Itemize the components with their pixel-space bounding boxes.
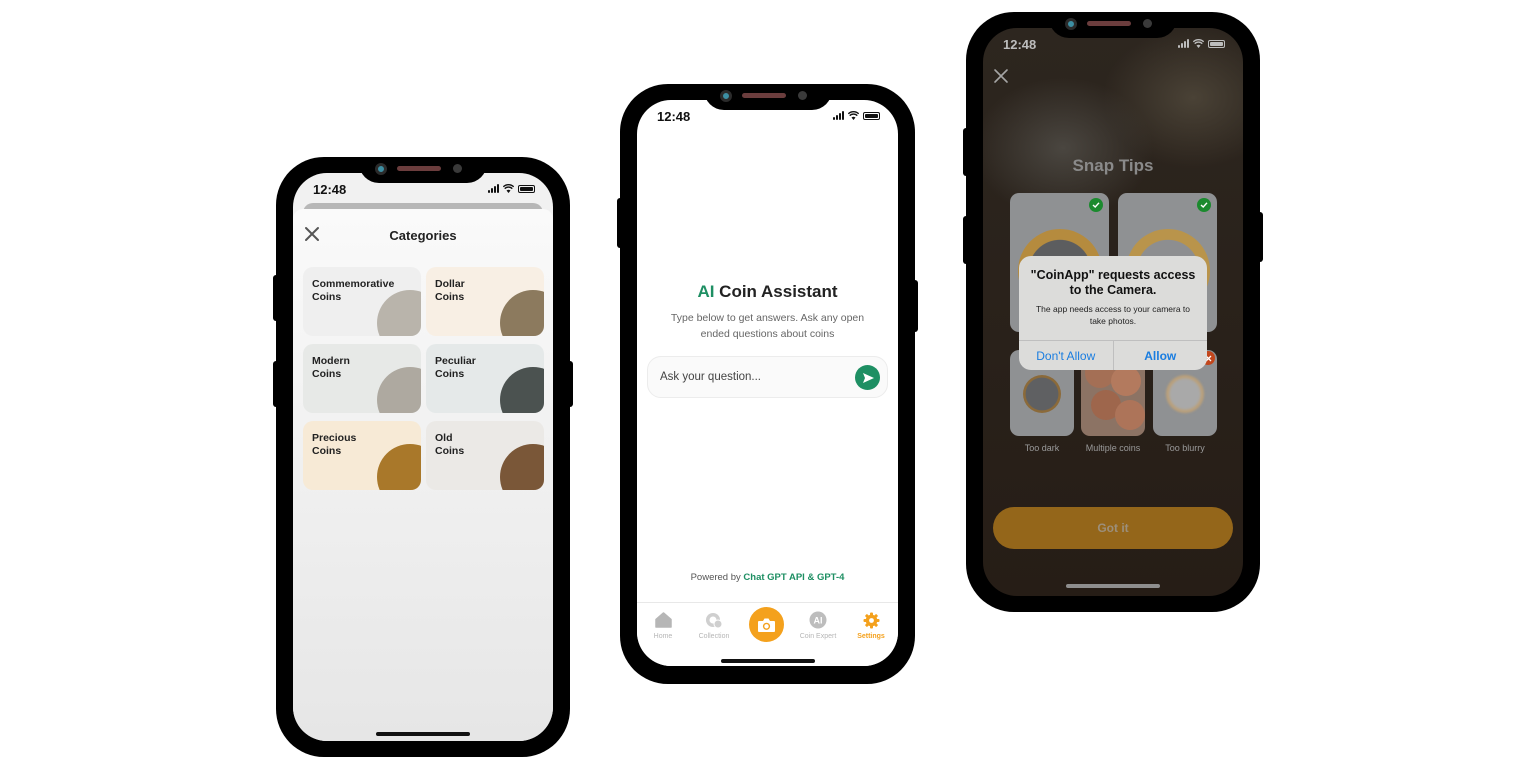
- status-time: 12:48: [313, 182, 347, 197]
- tab-label: Home: [653, 633, 673, 640]
- home-indicator: [1066, 584, 1160, 588]
- category-grid: Commemorative Coins Dollar Coins Modern Co…: [303, 267, 545, 490]
- coin-image: [500, 367, 544, 413]
- battery-icon: [863, 112, 880, 120]
- category-card[interactable]: Peculiar Coins: [426, 344, 544, 413]
- home-indicator: [720, 659, 815, 663]
- tab-bar: Home Collection AI Coin Expert Settings: [637, 602, 898, 666]
- coin-image: [377, 367, 421, 413]
- home-icon: [654, 612, 672, 628]
- tip-label: Multiple coins: [1085, 443, 1141, 453]
- phone-ai-assistant: 12:48 AI Coin Assistant Type below to ge…: [617, 84, 918, 684]
- assistant-title: AI Coin Assistant: [637, 282, 898, 302]
- category-label: Commemorative Coins: [312, 278, 395, 303]
- tab-label: Coin Expert: [799, 633, 837, 640]
- question-input[interactable]: [660, 357, 850, 397]
- camera-icon: [758, 618, 775, 632]
- signal-icon: [1178, 39, 1189, 48]
- allow-button[interactable]: Allow: [1112, 341, 1208, 370]
- category-label: Old Coins: [435, 432, 465, 457]
- alert-message: The app needs access to your camera to t…: [1035, 304, 1191, 326]
- coin-image: [1115, 400, 1145, 430]
- phone-volume-up-button: [617, 198, 623, 248]
- screen: 12:48 AI Coin Assistant Type below to ge…: [637, 100, 898, 666]
- coin-image: [1023, 375, 1061, 413]
- question-box: [647, 356, 888, 398]
- close-icon[interactable]: [993, 68, 1009, 84]
- category-card[interactable]: Modern Coins: [303, 344, 421, 413]
- battery-icon: [518, 185, 535, 193]
- coin-image: [1166, 375, 1204, 413]
- got-it-button[interactable]: Got it: [993, 507, 1233, 549]
- signal-icon: [488, 184, 499, 193]
- coin-image: [500, 290, 544, 336]
- page-title: Snap Tips: [1072, 156, 1154, 175]
- assistant-title-accent: AI: [697, 282, 715, 301]
- status-time: 12:48: [657, 109, 691, 124]
- category-card[interactable]: Old Coins: [426, 421, 544, 490]
- phone-snap-tips: 12:48 Snap Tips Too dark Multiple coins …: [963, 12, 1263, 612]
- page-title: Categories: [389, 228, 457, 243]
- phone-power-button: [912, 280, 918, 332]
- tab-camera[interactable]: [749, 607, 784, 642]
- categories-sheet: Categories Commemorative Coins Dollar Coi…: [293, 209, 553, 741]
- phone-power-button: [567, 361, 573, 407]
- powered-prefix: Powered by: [690, 572, 744, 583]
- status-time: 12:48: [1003, 37, 1037, 52]
- collection-icon: [706, 612, 723, 628]
- alert-title: "CoinApp" requests access to the Camera.: [1030, 268, 1196, 297]
- category-card[interactable]: Dollar Coins: [426, 267, 544, 336]
- category-label: Peculiar Coins: [435, 355, 476, 380]
- tab-settings[interactable]: Settings: [845, 611, 897, 640]
- category-card[interactable]: Commemorative Coins: [303, 267, 421, 336]
- assistant-title-text: Coin Assistant: [714, 282, 838, 301]
- svg-text:AI: AI: [814, 616, 823, 626]
- coin-image: [1111, 366, 1141, 396]
- phone-volume-up-button: [273, 275, 279, 321]
- phone-categories: 12:48 Categories Commemorative Coins Doll…: [273, 157, 573, 757]
- showcase-stage: 12:48 Categories Commemorative Coins Doll…: [0, 0, 1536, 768]
- phone-volume-up-button: [963, 128, 969, 176]
- gear-icon: [863, 612, 879, 628]
- home-indicator: [376, 732, 470, 736]
- phone-notch: [359, 157, 487, 183]
- assistant-subtitle: Type below to get answers. Ask any open …: [670, 312, 865, 340]
- phone-notch: [703, 84, 832, 110]
- check-badge-icon: [1089, 198, 1103, 212]
- screen: 12:48 Categories Commemorative Coins Doll…: [293, 173, 553, 741]
- phone-volume-down-button: [273, 361, 279, 407]
- signal-icon: [833, 111, 844, 120]
- powered-by-text: Powered by Chat GPT API & GPT-4: [637, 572, 898, 583]
- tab-label: Collection: [698, 633, 730, 640]
- phone-volume-down-button: [963, 216, 969, 264]
- send-icon: [862, 372, 874, 383]
- tab-home[interactable]: Home: [637, 611, 689, 640]
- battery-icon: [1208, 40, 1225, 48]
- screen: 12:48 Snap Tips Too dark Multiple coins …: [983, 28, 1243, 596]
- wifi-icon: [1193, 39, 1204, 48]
- tab-coin-expert[interactable]: AI Coin Expert: [792, 611, 844, 640]
- coin-image: [500, 444, 544, 490]
- dont-allow-button[interactable]: Don't Allow: [1019, 341, 1113, 370]
- tip-label: Too blurry: [1165, 443, 1205, 453]
- phone-power-button: [1257, 212, 1263, 262]
- category-label: Precious Coins: [312, 432, 357, 457]
- powered-link[interactable]: Chat GPT API & GPT-4: [743, 572, 844, 583]
- phone-notch: [1049, 12, 1177, 38]
- category-label: Modern Coins: [312, 355, 350, 380]
- wifi-icon: [503, 184, 514, 193]
- tab-label: Settings: [857, 633, 885, 640]
- wifi-icon: [848, 111, 859, 120]
- category-label: Dollar Coins: [435, 278, 465, 303]
- tip-label: Too dark: [1024, 443, 1060, 453]
- send-button[interactable]: [855, 365, 880, 390]
- tab-collection[interactable]: Collection: [688, 611, 740, 640]
- ai-icon: AI: [809, 611, 827, 629]
- camera-permission-alert: "CoinApp" requests access to the Camera.…: [1019, 256, 1207, 370]
- coin-image: [377, 444, 421, 490]
- category-card[interactable]: Precious Coins: [303, 421, 421, 490]
- check-badge-icon: [1197, 198, 1211, 212]
